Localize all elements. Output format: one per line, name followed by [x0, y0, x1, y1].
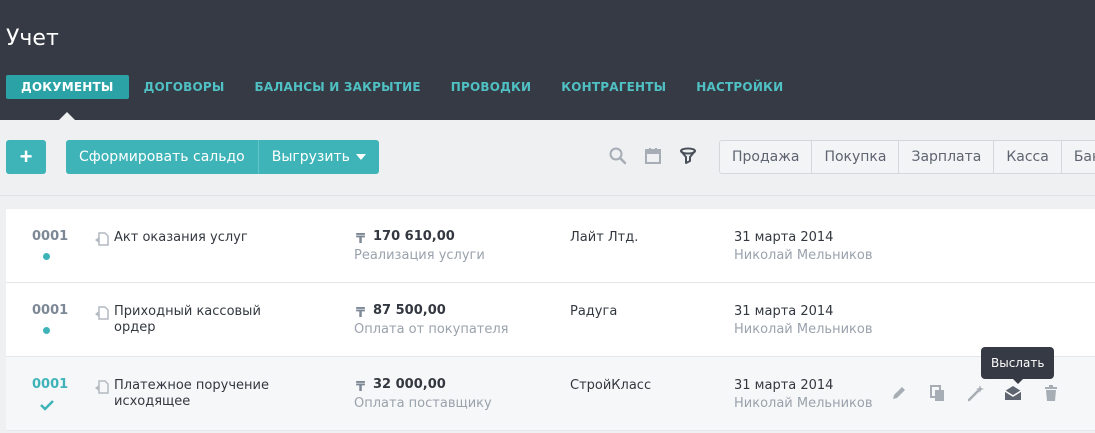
- document-author: Николай Мельников: [734, 322, 873, 337]
- tenge-icon: ₸: [356, 231, 366, 246]
- form-balance-button[interactable]: Сформировать сальдо: [66, 140, 258, 174]
- checkmark-icon: [40, 400, 54, 411]
- status-dot-icon: [43, 327, 50, 334]
- document-name[interactable]: Приходный кассовый ордер: [114, 304, 284, 336]
- filter-cash[interactable]: Касса: [993, 141, 1061, 173]
- tab-postings[interactable]: ПРОВОДКИ: [436, 75, 547, 99]
- export-label: Выгрузить: [271, 149, 350, 165]
- send-tooltip: Выслать: [981, 347, 1055, 384]
- envelope-icon[interactable]: [1004, 384, 1022, 402]
- document-link-icon: [95, 306, 109, 320]
- tab-documents[interactable]: ДОКУМЕНТЫ: [6, 75, 129, 120]
- row-actions: [890, 384, 1060, 402]
- document-number: 0001: [32, 377, 69, 392]
- document-date: 31 марта 2014: [734, 230, 834, 245]
- toolbar: + Сформировать сальдо Выгрузить Продажа …: [0, 120, 1095, 196]
- action-button-group: Сформировать сальдо Выгрузить: [66, 140, 379, 174]
- category-filters: Продажа Покупка Зарплата Касса Банк: [719, 140, 1095, 174]
- add-button[interactable]: +: [6, 140, 46, 174]
- tenge-icon: ₸: [356, 379, 366, 394]
- app-title: Учет: [6, 26, 59, 51]
- pencil-icon[interactable]: [890, 384, 908, 402]
- operation-type: Оплата поставщику: [354, 396, 492, 411]
- counterparty: Лайт Лтд.: [570, 230, 639, 245]
- app-header: Учет ДОКУМЕНТЫ ДОГОВОРЫ БАЛАНСЫ И ЗАКРЫТ…: [0, 0, 1095, 120]
- export-dropdown-button[interactable]: Выгрузить: [257, 140, 379, 174]
- tab-settings[interactable]: НАСТРОЙКИ: [681, 75, 798, 99]
- counterparty: СтройКласс: [570, 378, 652, 393]
- caret-down-icon: [355, 154, 366, 160]
- document-link-icon: [95, 232, 109, 246]
- document-author: Николай Мельников: [734, 248, 873, 263]
- tab-counterparties[interactable]: КОНТРАГЕНТЫ: [546, 75, 681, 99]
- status-dot-icon: [43, 253, 50, 260]
- document-author: Николай Мельников: [734, 396, 873, 411]
- copy-icon[interactable]: [928, 384, 946, 402]
- operation-type: Оплата от покупателя: [354, 322, 509, 337]
- documents-table: 0001 Акт оказания услуг ₸ 170 610,00 Реа…: [6, 209, 1095, 431]
- filter-salary[interactable]: Зарплата: [898, 141, 993, 173]
- calendar-icon[interactable]: [644, 146, 662, 166]
- tab-contracts[interactable]: ДОГОВОРЫ: [129, 75, 240, 99]
- trash-icon[interactable]: [1042, 384, 1060, 402]
- search-icon[interactable]: [608, 146, 628, 166]
- operation-type: Реализация услуги: [354, 248, 485, 263]
- document-date: 31 марта 2014: [734, 378, 834, 393]
- document-name[interactable]: Акт оказания услуг: [114, 230, 284, 246]
- filter-icon[interactable]: [678, 146, 698, 166]
- main-nav: ДОКУМЕНТЫ ДОГОВОРЫ БАЛАНСЫ И ЗАКРЫТИЕ ПР…: [6, 75, 798, 120]
- document-link-icon: [95, 380, 109, 394]
- table-row[interactable]: 0001 Акт оказания услуг ₸ 170 610,00 Реа…: [6, 209, 1095, 283]
- document-sum: 170 610,00: [373, 229, 455, 244]
- tool-icons: [608, 146, 698, 166]
- document-number: 0001: [32, 229, 69, 244]
- document-sum: 87 500,00: [373, 303, 446, 318]
- wand-icon[interactable]: [966, 384, 984, 402]
- table-row[interactable]: 0001 Приходный кассовый ордер ₸ 87 500,0…: [6, 283, 1095, 357]
- document-name[interactable]: Платежное поручение исходящее: [114, 378, 284, 410]
- document-date: 31 марта 2014: [734, 304, 834, 319]
- document-sum: 32 000,00: [373, 377, 446, 392]
- document-number: 0001: [32, 303, 69, 318]
- filter-bank[interactable]: Банк: [1060, 141, 1095, 173]
- tenge-icon: ₸: [356, 305, 366, 320]
- filter-purchase[interactable]: Покупка: [811, 141, 898, 173]
- filter-sales[interactable]: Продажа: [720, 141, 811, 173]
- counterparty: Радуга: [570, 304, 618, 319]
- table-row[interactable]: 0001 Платежное поручение исходящее ₸ 32 …: [6, 357, 1095, 431]
- tab-balances[interactable]: БАЛАНСЫ И ЗАКРЫТИЕ: [239, 75, 435, 99]
